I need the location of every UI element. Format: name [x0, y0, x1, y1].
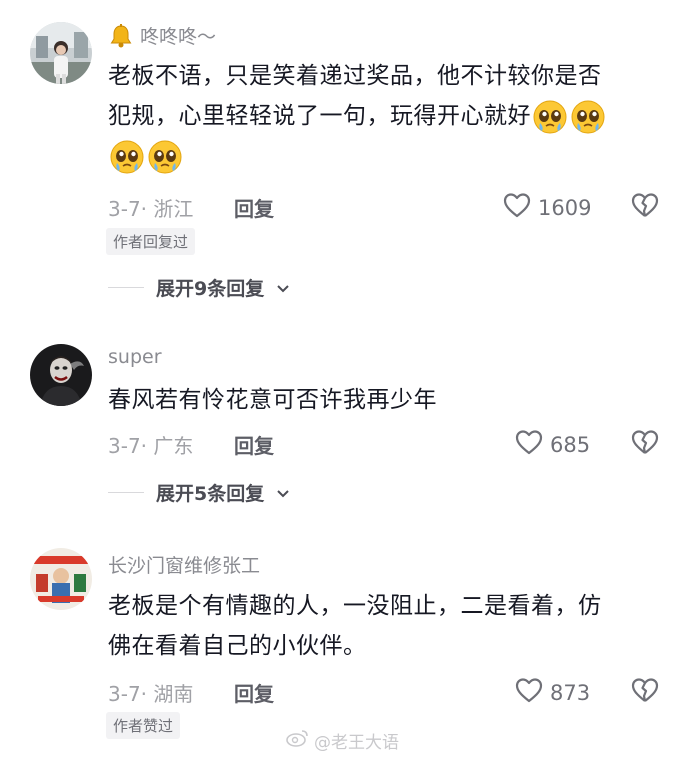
like-button[interactable]: 685 — [514, 428, 590, 461]
broken-heart-icon — [630, 678, 660, 708]
like-count: 685 — [550, 432, 591, 457]
reply-button[interactable]: 回复 — [234, 193, 274, 222]
username[interactable]: super — [108, 346, 162, 368]
username[interactable]: 咚咚咚～ — [108, 22, 216, 49]
avatar[interactable] — [30, 548, 92, 610]
comment-text-line: 佛在看着自己的小伙伴。 — [108, 633, 367, 659]
comment-text-line: 春风若有怜花意可否许我再少年 — [108, 387, 437, 413]
comment-text: 老板是个有情趣的人，一没阻止，二是看着，仿 佛在看着自己的小伙伴。 — [108, 586, 663, 666]
pleading-face-emoji — [109, 139, 145, 175]
like-button[interactable]: 1609 — [502, 191, 591, 224]
comment-text-line: 犯规，心里轻轻说了一句，玩得开心就好 — [108, 96, 663, 136]
avatar[interactable] — [30, 22, 92, 84]
username[interactable]: 长沙门窗维修张工 — [108, 551, 260, 578]
weibo-logo-icon — [286, 728, 310, 753]
pleading-face-emoji — [532, 99, 568, 135]
date-location: 3-7· 湖南 — [108, 682, 194, 706]
like-button[interactable]: 873 — [514, 676, 590, 709]
date-location: 3-7· 浙江 — [108, 197, 194, 221]
reply-button[interactable]: 回复 — [234, 678, 274, 707]
author-liked-badge: 作者赞过 — [106, 712, 181, 739]
divider — [108, 287, 144, 288]
broken-heart-icon — [630, 430, 660, 460]
like-count: 1609 — [538, 195, 592, 220]
chevron-down-icon — [276, 277, 290, 299]
chevron-down-icon — [276, 482, 290, 504]
comment-text: 老板不语，只是笑着递过奖品，他不计较你是否 犯规，心里轻轻说了一句，玩得开心就好 — [108, 56, 663, 176]
expand-replies-button[interactable]: 展开5条回复 — [108, 479, 290, 506]
comment-text-line: 老板是个有情趣的人，一没阻止，二是看着，仿 — [108, 593, 602, 619]
expand-replies-button[interactable]: 展开9条回复 — [108, 274, 290, 301]
comment-text: 春风若有怜花意可否许我再少年 — [108, 380, 663, 420]
heart-outline-icon — [514, 676, 544, 709]
comment-text-line — [108, 136, 663, 176]
reply-button[interactable]: 回复 — [234, 430, 274, 459]
comment-text-line: 老板不语，只是笑着递过奖品，他不计较你是否 — [108, 63, 602, 89]
heart-outline-icon — [514, 428, 544, 461]
expand-label[interactable]: 展开5条回复 — [156, 479, 264, 506]
expand-label[interactable]: 展开9条回复 — [156, 274, 264, 301]
dislike-button[interactable] — [630, 428, 660, 460]
watermark: @老王大语 — [286, 728, 399, 753]
bell-icon — [108, 23, 134, 49]
divider — [108, 492, 144, 493]
like-count: 873 — [550, 680, 591, 705]
broken-heart-icon — [630, 193, 660, 223]
author-replied-badge: 作者回复过 — [106, 228, 196, 255]
username-text[interactable]: 咚咚咚～ — [140, 22, 216, 49]
avatar[interactable] — [30, 344, 92, 406]
dislike-button[interactable] — [630, 191, 660, 223]
heart-outline-icon — [502, 191, 532, 224]
dislike-button[interactable] — [630, 676, 660, 708]
date-location: 3-7· 广东 — [108, 434, 194, 458]
pleading-face-emoji — [570, 99, 606, 135]
pleading-face-emoji — [147, 139, 183, 175]
watermark-text: @老王大语 — [314, 733, 399, 753]
